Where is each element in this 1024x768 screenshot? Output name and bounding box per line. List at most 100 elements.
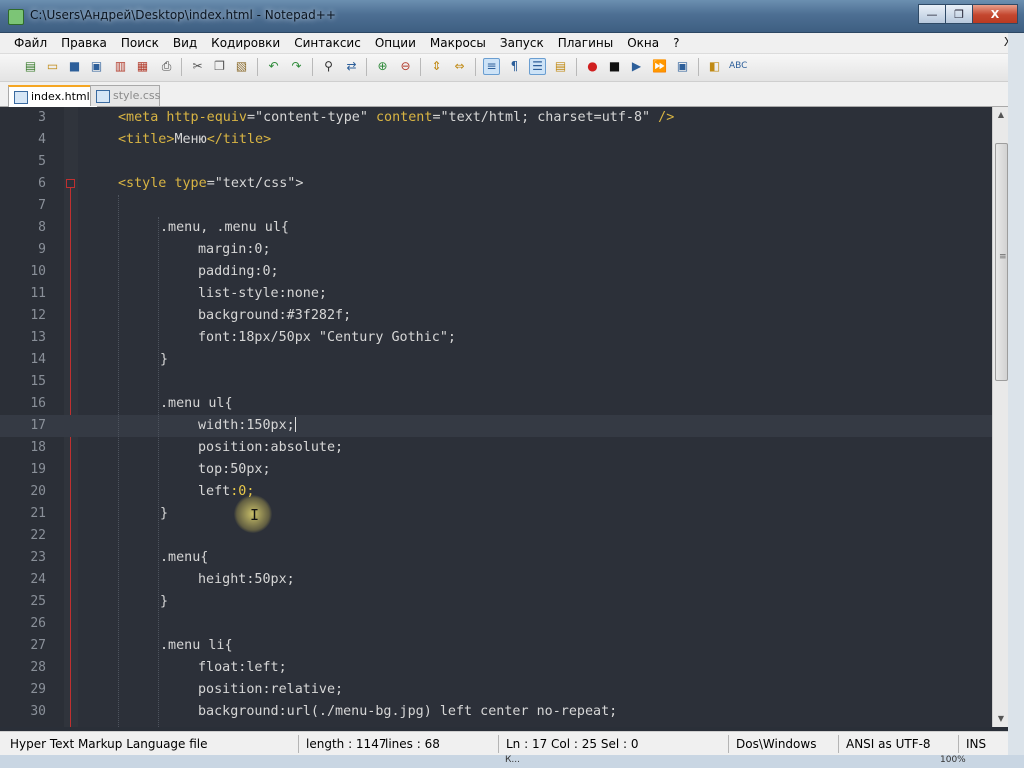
code-line[interactable]: 22 bbox=[0, 525, 992, 547]
scroll-down-button[interactable]: ▼ bbox=[993, 711, 1009, 727]
code-line[interactable]: 14} bbox=[0, 349, 992, 371]
play-macro-icon[interactable]: ▶ bbox=[628, 58, 645, 75]
cut-icon[interactable]: ✂ bbox=[189, 58, 206, 75]
menu-syntax[interactable]: Синтаксис bbox=[287, 36, 368, 50]
code-line[interactable]: 15 bbox=[0, 371, 992, 393]
tab-style-css[interactable]: style.css bbox=[90, 85, 160, 106]
menu-search[interactable]: Поиск bbox=[114, 36, 166, 50]
code-token: position:absolute; bbox=[198, 440, 344, 455]
menu-help[interactable]: ? bbox=[666, 36, 686, 50]
code-token: </title> bbox=[206, 132, 272, 147]
sync-vertical-icon[interactable]: ⇕ bbox=[428, 58, 445, 75]
close-window-button[interactable]: X bbox=[972, 4, 1018, 24]
code-token: /> bbox=[658, 110, 675, 125]
code-line[interactable]: 13 font:18px/50px "Century Gothic"; bbox=[0, 327, 992, 349]
text-caret bbox=[294, 416, 296, 432]
new-file-icon[interactable]: ▤ bbox=[22, 58, 39, 75]
launch-browser-icon[interactable]: ◧ bbox=[706, 58, 723, 75]
zoom-in-icon[interactable]: ⊕ bbox=[374, 58, 391, 75]
copy-icon[interactable]: ❐ bbox=[211, 58, 228, 75]
status-divider bbox=[958, 735, 959, 753]
code-line[interactable]: 8 .menu, .menu ul{ bbox=[0, 217, 992, 239]
code-line[interactable]: 29 position:relative; bbox=[0, 679, 992, 701]
save-macro-icon[interactable]: ▣ bbox=[674, 58, 691, 75]
print-icon[interactable]: ⎙ bbox=[158, 58, 175, 75]
code-line[interactable]: 3 <meta http-equiv="content-type" content… bbox=[0, 107, 992, 129]
code-line[interactable]: 6 <style type="text/css"> bbox=[0, 173, 992, 195]
menu-view[interactable]: Вид bbox=[166, 36, 204, 50]
code-line[interactable]: 25} bbox=[0, 591, 992, 613]
open-file-icon[interactable]: ▭ bbox=[44, 58, 61, 75]
tab-index-html[interactable]: index.html bbox=[8, 85, 98, 107]
code-editor[interactable]: 3 <meta http-equiv="content-type" content… bbox=[0, 107, 992, 727]
menu-windows[interactable]: Окна bbox=[620, 36, 666, 50]
code-line[interactable]: 10 padding:0; bbox=[0, 261, 992, 283]
menu-plugins[interactable]: Плагины bbox=[551, 36, 620, 50]
redo-icon[interactable]: ↷ bbox=[288, 58, 305, 75]
close-all-icon[interactable]: ▦ bbox=[134, 58, 151, 75]
line-number: 5 bbox=[38, 154, 46, 169]
status-bar: Hyper Text Markup Language file length :… bbox=[0, 731, 1008, 756]
vertical-scrollbar[interactable]: ▲ ≡ ▼ bbox=[992, 107, 1009, 727]
code-line[interactable]: 7 bbox=[0, 195, 992, 217]
line-number: 16 bbox=[30, 396, 46, 411]
record-macro-icon[interactable]: ● bbox=[584, 58, 601, 75]
title-bar[interactable]: C:\Users\Андрей\Desktop\index.html - Not… bbox=[0, 0, 1024, 33]
menu-run[interactable]: Запуск bbox=[493, 36, 551, 50]
indent-guide bbox=[158, 217, 159, 727]
menu-file[interactable]: Файл bbox=[0, 36, 54, 50]
code-line[interactable]: 12 background:#3f282f; bbox=[0, 305, 992, 327]
sync-horizontal-icon[interactable]: ⇔ bbox=[451, 58, 468, 75]
code-line[interactable]: 18 position:absolute; bbox=[0, 437, 992, 459]
code-token: float:left; bbox=[198, 660, 287, 675]
scroll-up-button[interactable]: ▲ bbox=[993, 107, 1009, 123]
menu-options[interactable]: Опции bbox=[368, 36, 423, 50]
run-macro-multiple-icon[interactable]: ⏩ bbox=[651, 58, 668, 75]
code-line[interactable]: 28 float:left; bbox=[0, 657, 992, 679]
menu-encoding[interactable]: Кодировки bbox=[204, 36, 287, 50]
taskbar-item[interactable]: 100% bbox=[940, 755, 966, 765]
code-line[interactable]: 24 height:50px; bbox=[0, 569, 992, 591]
menu-macros[interactable]: Макросы bbox=[423, 36, 493, 50]
line-number: 3 bbox=[38, 110, 46, 125]
code-line[interactable]: 30 background:url(./menu-bg.jpg) left cen… bbox=[0, 701, 992, 723]
word-wrap-icon[interactable]: ≡ bbox=[483, 58, 500, 75]
tab-label: index.html bbox=[31, 90, 90, 103]
spell-check-icon[interactable]: ABC bbox=[729, 58, 747, 75]
stop-macro-icon[interactable]: ■ bbox=[606, 58, 623, 75]
code-line[interactable]: 5 bbox=[0, 151, 992, 173]
save-icon[interactable]: ■ bbox=[66, 58, 83, 75]
code-line[interactable]: 4 <title>Меню</title> bbox=[0, 129, 992, 151]
save-all-icon[interactable]: ▣ bbox=[88, 58, 105, 75]
zoom-out-icon[interactable]: ⊖ bbox=[397, 58, 414, 75]
close-icon[interactable]: ▥ bbox=[112, 58, 129, 75]
replace-icon[interactable]: ⇄ bbox=[343, 58, 360, 75]
doc-map-icon[interactable]: ▤ bbox=[552, 58, 569, 75]
code-line[interactable]: 16 .menu ul{ bbox=[0, 393, 992, 415]
code-token: .menu{ bbox=[160, 550, 209, 565]
code-line[interactable]: 27 .menu li{ bbox=[0, 635, 992, 657]
code-line[interactable]: 9 margin:0; bbox=[0, 239, 992, 261]
line-code: height:50px; bbox=[198, 569, 295, 591]
notepadpp-app-icon[interactable] bbox=[8, 9, 24, 25]
code-token: background:#3f282f; bbox=[198, 308, 352, 323]
minimize-button[interactable]: — bbox=[918, 4, 946, 24]
maximize-button[interactable]: ❐ bbox=[945, 4, 973, 24]
find-icon[interactable]: ⚲ bbox=[320, 58, 337, 75]
code-line[interactable]: 17 width:150px; bbox=[0, 415, 992, 437]
undo-icon[interactable]: ↶ bbox=[265, 58, 282, 75]
code-line[interactable]: 23 .menu{ bbox=[0, 547, 992, 569]
taskbar-item[interactable]: К... bbox=[505, 755, 520, 765]
code-line[interactable]: 19 top:50px; bbox=[0, 459, 992, 481]
code-line[interactable]: 26 bbox=[0, 613, 992, 635]
show-all-chars-icon[interactable]: ¶ bbox=[506, 58, 523, 75]
code-line[interactable]: 11 list-style:none; bbox=[0, 283, 992, 305]
code-line[interactable]: 20 left:0; bbox=[0, 481, 992, 503]
window-title: C:\Users\Андрей\Desktop\index.html - Not… bbox=[30, 8, 336, 22]
paste-icon[interactable]: ▧ bbox=[233, 58, 250, 75]
code-line[interactable]: 21} bbox=[0, 503, 992, 525]
menu-edit[interactable]: Правка bbox=[54, 36, 114, 50]
scroll-thumb[interactable]: ≡ bbox=[995, 143, 1008, 381]
scroll-grip-icon: ≡ bbox=[999, 252, 1007, 262]
indent-guide-icon[interactable]: ☰ bbox=[529, 58, 546, 75]
